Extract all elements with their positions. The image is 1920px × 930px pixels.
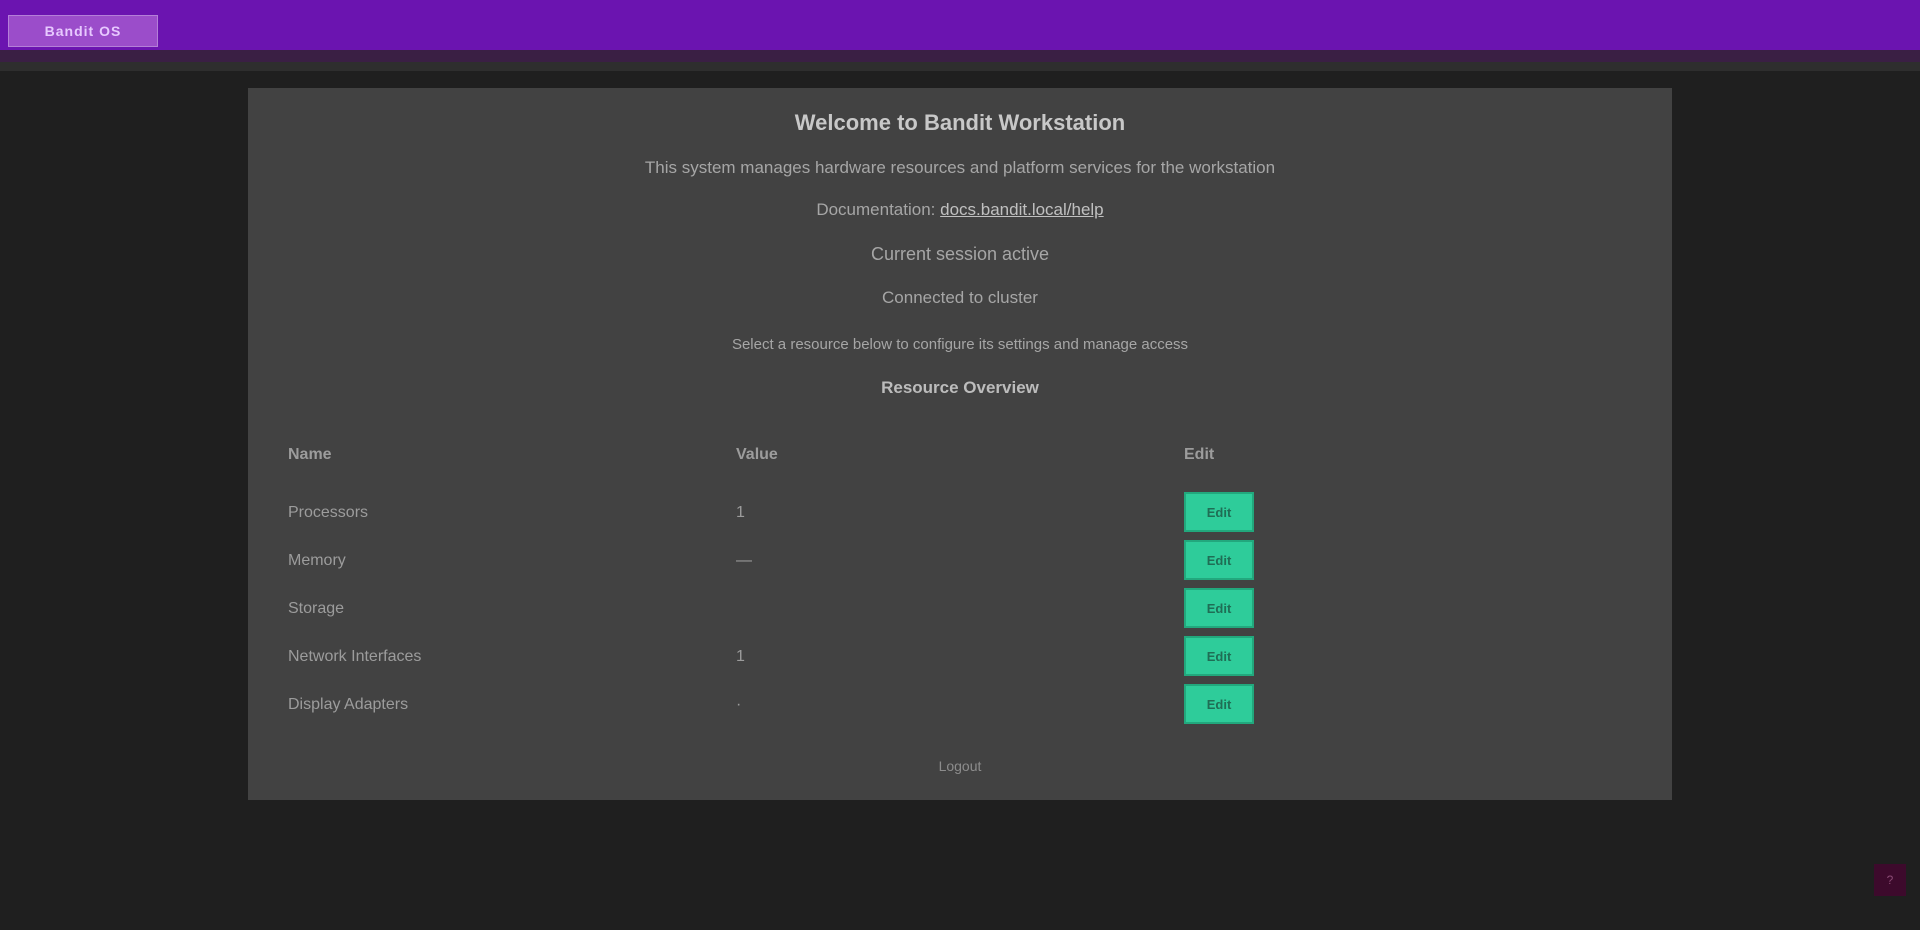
page-title: Welcome to Bandit Workstation bbox=[794, 110, 1126, 135]
row-name: Processors bbox=[288, 504, 369, 521]
top-bar-strip bbox=[0, 50, 1920, 71]
documentation-line: Documentation: docs.bandit.local/help bbox=[248, 200, 1672, 220]
edit-button[interactable]: Edit bbox=[1184, 588, 1254, 628]
table-row: Network Interfaces 1 Edit bbox=[288, 632, 1288, 680]
table-row: Processors 1 Edit bbox=[288, 488, 1288, 536]
row-name: Network Interfaces bbox=[288, 648, 422, 665]
table-row: Storage Edit bbox=[288, 584, 1288, 632]
row-value: · bbox=[736, 696, 742, 713]
top-bar: Bandit OS bbox=[0, 0, 1920, 50]
row-value: 1 bbox=[736, 504, 745, 521]
documentation-link[interactable]: docs.bandit.local/help bbox=[940, 200, 1104, 219]
row-name: Memory bbox=[288, 552, 346, 569]
row-value: — bbox=[736, 552, 752, 569]
table-row: Display Adapters · Edit bbox=[288, 680, 1288, 728]
instruction-text: Select a resource below to configure its… bbox=[731, 336, 1189, 353]
table-header: Name Value Edit bbox=[288, 440, 1288, 488]
resource-table: Name Value Edit Processors 1 Edit Memory… bbox=[288, 440, 1288, 728]
edit-button[interactable]: Edit bbox=[1184, 540, 1254, 580]
intro-text: This system manages hardware resources a… bbox=[644, 158, 1276, 177]
main-panel: Welcome to Bandit Workstation This syste… bbox=[248, 88, 1672, 800]
section-title: Resource Overview bbox=[881, 378, 1039, 397]
edit-button[interactable]: Edit bbox=[1184, 492, 1254, 532]
header-name: Name bbox=[288, 446, 332, 463]
header-value: Value bbox=[736, 446, 778, 463]
cluster-status: Connected to cluster bbox=[882, 288, 1038, 307]
table-row: Memory — Edit bbox=[288, 536, 1288, 584]
documentation-label: Documentation: bbox=[816, 200, 936, 219]
edit-button[interactable]: Edit bbox=[1184, 636, 1254, 676]
header-edit: Edit bbox=[1184, 446, 1215, 463]
row-value: 1 bbox=[736, 648, 745, 665]
app-logo[interactable]: Bandit OS bbox=[8, 15, 158, 47]
logout-link[interactable]: Logout bbox=[248, 758, 1672, 774]
edit-button[interactable]: Edit bbox=[1184, 684, 1254, 724]
session-status: Current session active bbox=[870, 244, 1050, 264]
row-name: Storage bbox=[288, 600, 345, 617]
row-name: Display Adapters bbox=[288, 696, 409, 713]
help-icon[interactable]: ? bbox=[1874, 864, 1906, 896]
